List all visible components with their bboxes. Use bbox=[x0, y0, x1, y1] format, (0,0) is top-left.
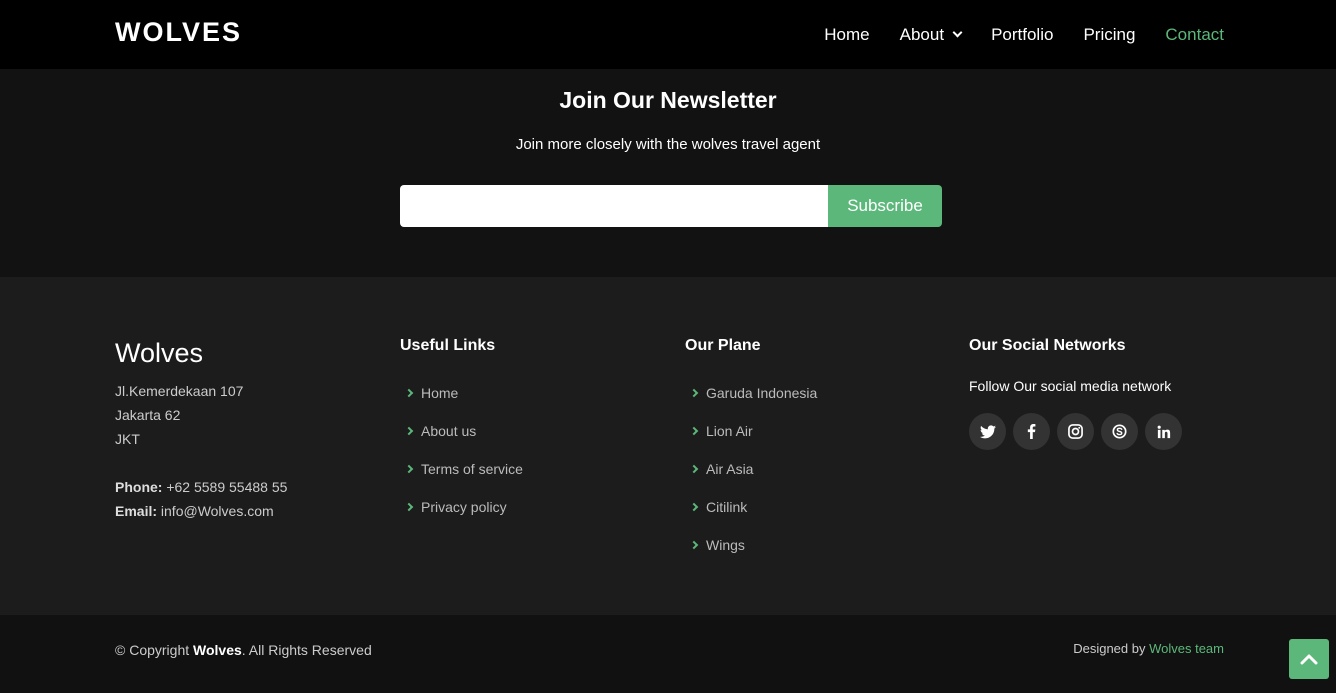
chevron-right-icon bbox=[689, 426, 699, 436]
link-label: Lion Air bbox=[706, 423, 753, 439]
phone-label: Phone: bbox=[115, 479, 163, 495]
plane-link-garuda[interactable]: Garuda Indonesia bbox=[685, 374, 817, 412]
nav-pricing[interactable]: Pricing bbox=[1083, 25, 1135, 45]
copyright-prefix: © Copyright bbox=[115, 642, 194, 658]
nav-about-label: About bbox=[899, 24, 945, 44]
nav-contact[interactable]: Contact bbox=[1165, 25, 1224, 45]
phone-value: +62 5589 55488 55 bbox=[162, 479, 288, 495]
chevron-right-icon bbox=[689, 464, 699, 474]
social-title: Our Social Networks bbox=[969, 337, 1126, 354]
phone-line: Phone: +62 5589 55488 55 bbox=[115, 475, 287, 499]
newsletter-section: Join Our Newsletter Join more closely wi… bbox=[0, 69, 1336, 277]
social-text: Follow Our social media network bbox=[969, 378, 1172, 394]
linkedin-icon[interactable] bbox=[1145, 413, 1182, 450]
designed-by-label: Designed by bbox=[1073, 641, 1150, 656]
social-links bbox=[969, 413, 1182, 450]
link-label: Garuda Indonesia bbox=[706, 385, 818, 401]
skype-icon[interactable] bbox=[1101, 413, 1138, 450]
address-line: JKT bbox=[115, 431, 140, 447]
plane-link-lion-air[interactable]: Lion Air bbox=[685, 412, 817, 450]
footer-contact: Phone: +62 5589 55488 55 Email: info@Wol… bbox=[115, 475, 287, 523]
email-value: info@Wolves.com bbox=[157, 503, 274, 519]
chevron-right-icon bbox=[404, 464, 414, 474]
email-label: Email: bbox=[115, 503, 158, 519]
link-label: Citilink bbox=[706, 499, 748, 515]
plane-link-air-asia[interactable]: Air Asia bbox=[685, 450, 817, 488]
chevron-right-icon bbox=[689, 388, 699, 398]
chevron-right-icon bbox=[404, 426, 414, 436]
twitter-icon[interactable] bbox=[969, 413, 1006, 450]
subscribe-button[interactable]: Subscribe bbox=[828, 185, 942, 227]
chevron-right-icon bbox=[404, 388, 414, 398]
link-label: Terms of service bbox=[421, 461, 523, 477]
chevron-right-icon bbox=[404, 502, 414, 512]
site-header: WOLVES Home About Portfolio Pricing Cont… bbox=[0, 0, 1336, 69]
footer-bottom: © Copyright Wolves. All Rights Reserved … bbox=[0, 615, 1336, 693]
chevron-right-icon bbox=[689, 502, 699, 512]
address-line: Jl.Kemerdekaan 107 bbox=[115, 383, 244, 399]
link-label: Wings bbox=[706, 537, 745, 553]
link-label: Air Asia bbox=[706, 461, 754, 477]
chevron-down-icon bbox=[952, 27, 963, 38]
our-plane-title: Our Plane bbox=[685, 337, 761, 354]
copyright-brand: Wolves bbox=[193, 642, 242, 658]
copyright-suffix: . All Rights Reserved bbox=[241, 642, 372, 658]
newsletter-subtitle: Join more closely with the wolves travel… bbox=[515, 136, 821, 153]
back-to-top-button[interactable] bbox=[1289, 639, 1329, 679]
copyright: © Copyright Wolves. All Rights Reserved bbox=[115, 642, 372, 658]
plane-link-wings[interactable]: Wings bbox=[685, 526, 817, 564]
useful-links-title: Useful Links bbox=[400, 337, 496, 354]
newsletter-title: Join Our Newsletter bbox=[559, 87, 777, 113]
link-label: Home bbox=[421, 385, 459, 401]
nav-home-label: Home bbox=[824, 24, 870, 44]
newsletter-form: Subscribe bbox=[400, 185, 942, 227]
nav-portfolio[interactable]: Portfolio bbox=[991, 25, 1053, 45]
chevron-right-icon bbox=[689, 540, 699, 550]
credits: Designed by Wolves team bbox=[1073, 641, 1224, 656]
useful-link-terms[interactable]: Terms of service bbox=[400, 450, 523, 488]
nav-home[interactable]: Home bbox=[824, 25, 869, 45]
useful-link-privacy[interactable]: Privacy policy bbox=[400, 488, 523, 526]
footer-top: Wolves Jl.Kemerdekaan 107 Jakarta 62 JKT… bbox=[0, 277, 1336, 615]
nav-pricing-label: Pricing bbox=[1083, 24, 1136, 44]
link-label: About us bbox=[421, 423, 477, 439]
useful-links-list: Home About us Terms of service Privacy p… bbox=[400, 374, 523, 526]
useful-link-home[interactable]: Home bbox=[400, 374, 523, 412]
newsletter-email-input[interactable] bbox=[400, 185, 828, 227]
footer-brand: Wolves bbox=[115, 338, 204, 368]
nav-about[interactable]: About bbox=[899, 24, 963, 45]
our-plane-list: Garuda Indonesia Lion Air Air Asia Citil… bbox=[685, 374, 817, 564]
email-line: Email: info@Wolves.com bbox=[115, 499, 287, 523]
useful-link-about[interactable]: About us bbox=[400, 412, 523, 450]
address-line: Jakarta 62 bbox=[115, 407, 181, 423]
footer-address: Jl.Kemerdekaan 107 Jakarta 62 JKT bbox=[115, 379, 243, 451]
chevron-up-icon bbox=[1300, 654, 1318, 665]
nav-contact-label: Contact bbox=[1165, 24, 1224, 44]
site-logo[interactable]: WOLVES bbox=[115, 17, 242, 48]
designer-link[interactable]: Wolves team bbox=[1149, 641, 1224, 656]
facebook-icon[interactable] bbox=[1013, 413, 1050, 450]
main-nav: Home About Portfolio Pricing Contact bbox=[794, 0, 1224, 69]
plane-link-citilink[interactable]: Citilink bbox=[685, 488, 817, 526]
instagram-icon[interactable] bbox=[1057, 413, 1094, 450]
link-label: Privacy policy bbox=[421, 499, 507, 515]
nav-portfolio-label: Portfolio bbox=[991, 24, 1054, 44]
